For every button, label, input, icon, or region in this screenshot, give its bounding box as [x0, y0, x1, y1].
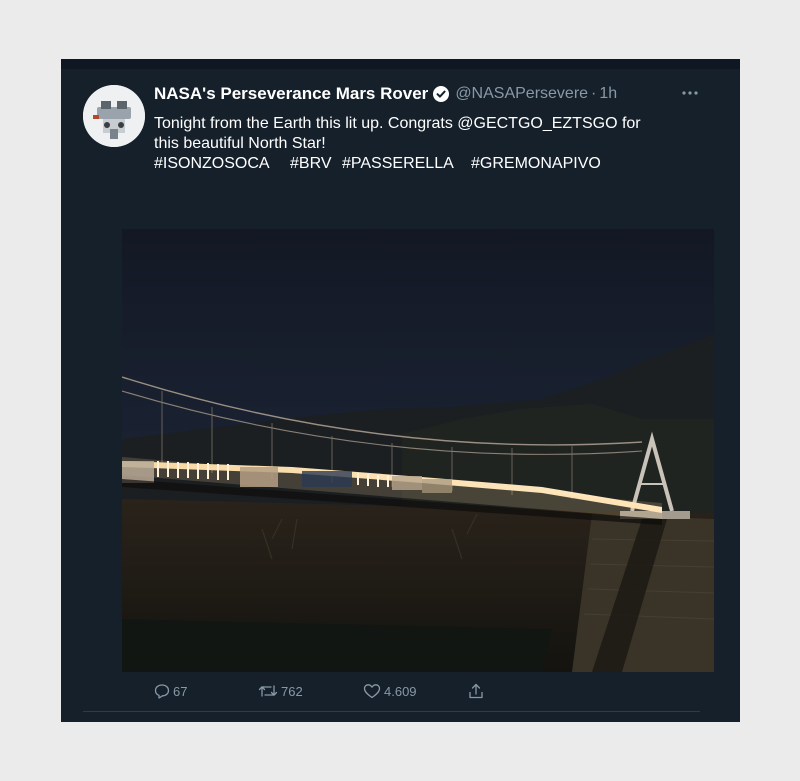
tweet-text: Tonight from the Earth this lit up. Cong… — [154, 114, 674, 154]
like-count: 4.609 — [384, 683, 417, 699]
separator-dot: · — [591, 85, 597, 102]
tweet-actions: 67 762 4.609 — [154, 681, 494, 701]
rover-avatar-icon — [83, 85, 145, 147]
verified-badge-icon — [433, 86, 450, 102]
author-handle[interactable]: @NASAPersevere — [455, 85, 588, 103]
card-top-divider — [61, 59, 740, 69]
more-dots-icon[interactable] — [680, 83, 700, 103]
retweet-button[interactable]: 762 — [258, 681, 303, 701]
reply-button[interactable]: 67 — [154, 681, 187, 701]
hashtag-brv[interactable]: #BRV — [290, 154, 342, 174]
tweet-media-photo[interactable] — [122, 229, 714, 672]
share-icon — [469, 683, 483, 699]
hashtag-passerella[interactable]: #PASSERELLA — [342, 154, 471, 174]
reply-count: 67 — [173, 683, 188, 699]
night-bridge-photo — [122, 229, 714, 672]
retweet-icon — [258, 685, 278, 697]
heart-icon — [363, 684, 381, 699]
hashtag-row: #ISONZOSOCA #BRV #PASSERELLA #GREMONAPIV… — [154, 154, 601, 174]
tweet-timestamp[interactable]: 1h — [599, 85, 617, 103]
reply-icon — [154, 684, 170, 699]
avatar[interactable] — [83, 85, 145, 147]
tweet-bottom-divider — [83, 711, 700, 712]
tweet-text-line-2: this beautiful North Star! — [154, 135, 326, 152]
tweet-header: NASA's Perseverance Mars Rover @NASAPers… — [154, 83, 700, 105]
hashtag-gremonapivo[interactable]: #GREMONAPIVO — [471, 154, 601, 174]
tweet-text-line-1: Tonight from the Earth this lit up. Cong… — [154, 115, 641, 132]
author-name[interactable]: NASA's Perseverance Mars Rover — [154, 84, 428, 104]
tweet-card[interactable]: NASA's Perseverance Mars Rover @NASAPers… — [61, 59, 740, 722]
hashtag-isonzosoca[interactable]: #ISONZOSOCA — [154, 154, 290, 174]
share-button[interactable] — [468, 681, 487, 701]
retweet-count: 762 — [281, 683, 303, 699]
like-button[interactable]: 4.609 — [363, 681, 417, 701]
